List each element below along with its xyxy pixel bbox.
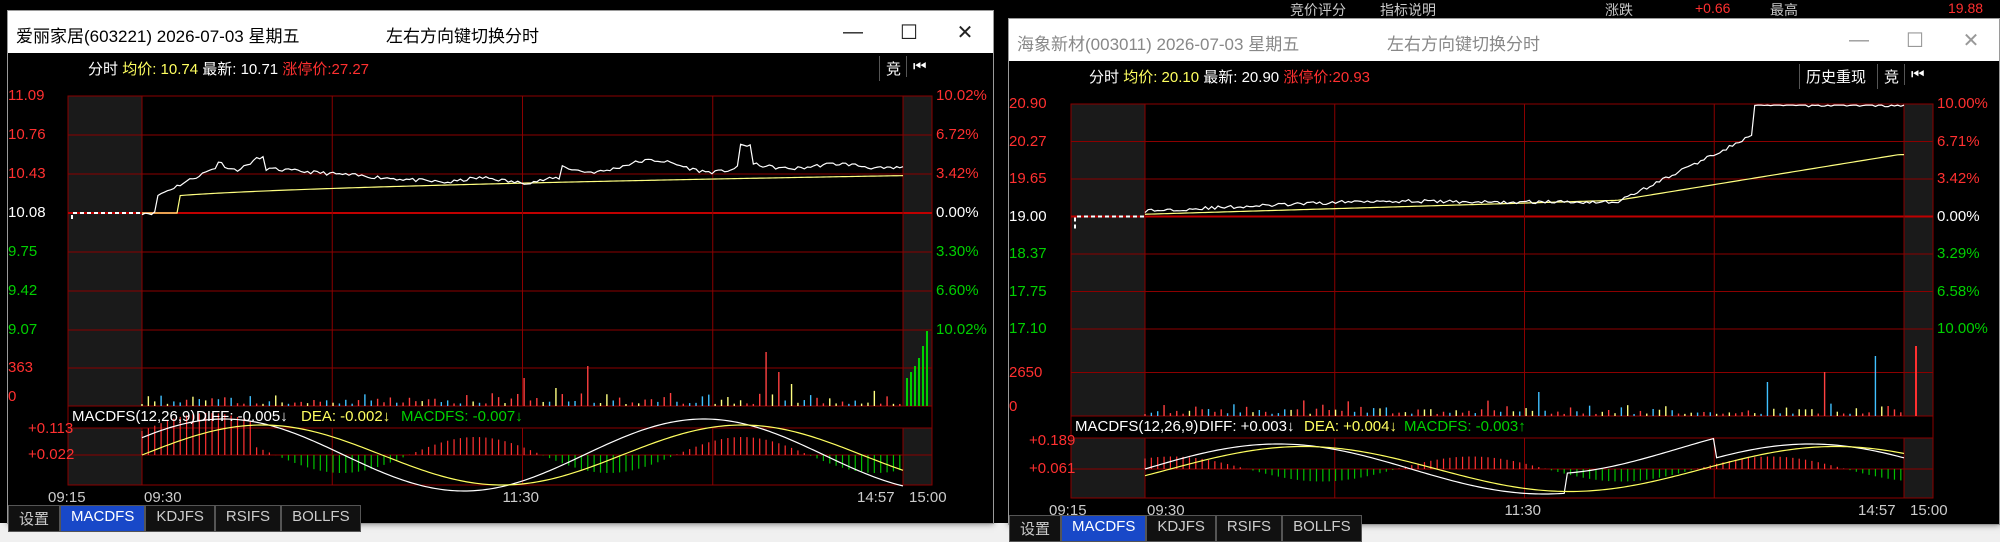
time-label: 15:00 (1910, 502, 1948, 519)
indicator-tabs: 设置 MACDFS KDJFS RSIFS BOLLFS (1009, 515, 1362, 542)
price-axis-label: 10.43 (8, 165, 46, 182)
price-axis-label: 10.08 (8, 204, 46, 221)
time-label: 11:30 (1504, 502, 1541, 519)
tab-rsifs[interactable]: RSIFS (1215, 515, 1283, 542)
percent-axis-label: 10.00% (1937, 320, 1988, 337)
time-label: 09:30 (144, 489, 182, 506)
price-axis-label: 18.37 (1009, 245, 1047, 262)
price-axis-label: 17.10 (1009, 320, 1047, 337)
percent-axis-label: 10.02% (936, 87, 987, 104)
percent-axis-label: 6.71% (1937, 132, 1980, 150)
price-axis-label: 19.00 (1009, 207, 1047, 225)
percent-axis-label: 3.42% (936, 165, 979, 182)
price-axis-label: 20.27 (1009, 132, 1047, 150)
macd-name: MACDFS(12,26,9) (72, 408, 196, 425)
macd-diff: DIFF: -0.005↓ (196, 408, 288, 425)
percent-axis-label: 3.42% (1937, 170, 1980, 187)
time-label: 11:30 (502, 489, 539, 506)
window-hint: 左右方向键切换分时 (1387, 35, 1540, 54)
price-axis-label: 19.65 (1009, 170, 1047, 187)
price-axis-label: 9.07 (8, 321, 38, 338)
auction-shade (1071, 104, 1145, 498)
tab-settings[interactable]: 设置 (8, 505, 61, 532)
price-axis-label: 11.09 (8, 87, 45, 104)
macd-axis-label: +0.061 (1029, 460, 1076, 477)
percent-axis-label: 3.29% (1937, 245, 1980, 262)
bg-value-zd: +0.66 (1695, 0, 1731, 16)
tab-settings[interactable]: 设置 (1009, 515, 1062, 542)
percent-axis-label: 0.00% (1937, 207, 1980, 225)
macd-dea: DEA: -0.002↓ (301, 408, 391, 425)
tab-kdjfs[interactable]: KDJFS (145, 505, 215, 532)
volume-axis-label: 0 (8, 388, 17, 405)
price-axis-label: 10.76 (8, 126, 46, 143)
macd-value: MACDFS: -0.003↑ (1404, 418, 1526, 435)
macd-axis-label: +0.189 (1029, 432, 1076, 449)
close-button[interactable]: ✕ (1943, 19, 1999, 61)
percent-axis-label: 10.02% (936, 321, 987, 338)
price-axis-label: 20.90 (1009, 95, 1047, 112)
time-label: 14:57 (1858, 502, 1896, 519)
window-title: 爱丽家居(603221) 2026-07-03 星期五 (16, 27, 300, 46)
tab-bollfs[interactable]: BOLLFS (281, 505, 361, 532)
price-axis-label: 17.75 (1009, 282, 1047, 300)
percent-axis-label: 0.00% (936, 204, 979, 221)
indicator-tabs: 设置 MACDFS KDJFS RSIFS BOLLFS (8, 505, 361, 532)
volume-axis-label: 0 (1009, 398, 1018, 415)
intraday-chart[interactable] (1009, 61, 1999, 524)
price-axis-label: 9.75 (8, 243, 38, 260)
macd-diff: DIFF: +0.003↓ (1199, 418, 1295, 435)
percent-axis-label: 3.30% (936, 243, 979, 260)
tab-bollfs[interactable]: BOLLFS (1282, 515, 1362, 542)
volume-axis-label: 2650 (1009, 363, 1043, 381)
chart-frame (1070, 103, 1934, 499)
tab-macdfs[interactable]: MACDFS (60, 505, 146, 532)
title-bar[interactable]: 爱丽家居(603221) 2026-07-03 星期五 左右方向键切换分时 — … (8, 11, 993, 53)
time-label: 09:15 (48, 489, 86, 506)
bg-label-zd: 涨跌 (1605, 2, 1633, 18)
percent-axis-label: 6.58% (1937, 282, 1980, 300)
chart-window-right[interactable]: 海象新材(003011) 2026-07-03 星期五 左右方向键切换分时 — … (1008, 18, 2000, 542)
time-label: 14:57 (857, 489, 895, 506)
macd-axis-label: +0.022 (28, 446, 75, 463)
percent-axis-label: 6.60% (936, 282, 979, 299)
bg-value-zg: 19.88 (1948, 0, 1984, 16)
percent-axis-label: 6.72% (936, 126, 979, 143)
minimize-button[interactable]: — (1831, 19, 1887, 61)
window-title: 海象新材(003011) 2026-07-03 星期五 (1017, 35, 1300, 54)
macd-value: MACDFS: -0.007↓ (401, 408, 523, 425)
closing-shade (1904, 104, 1933, 498)
tab-rsifs[interactable]: RSIFS (214, 505, 282, 532)
time-label: 15:00 (909, 489, 947, 506)
title-bar[interactable]: 海象新材(003011) 2026-07-03 星期五 左右方向键切换分时 — … (1009, 19, 1999, 61)
tab-macdfs[interactable]: MACDFS (1061, 515, 1147, 542)
macd-name: MACDFS(12,26,9) (1075, 418, 1199, 435)
maximize-button[interactable]: ☐ (1887, 19, 1943, 61)
volume-axis-label: 363 (8, 359, 34, 376)
price-axis-label: 9.42 (8, 282, 38, 299)
intraday-chart[interactable] (8, 53, 993, 523)
bg-label-zg: 最高 (1770, 2, 1798, 18)
macd-dea: DEA: +0.004↓ (1304, 418, 1397, 435)
maximize-button[interactable]: ☐ (881, 11, 937, 53)
minimize-button[interactable]: — (825, 11, 881, 53)
close-button[interactable]: ✕ (937, 11, 993, 53)
bg-label-zbsm: 指标说明 (1380, 2, 1436, 18)
chart-window-left[interactable]: 爱丽家居(603221) 2026-07-03 星期五 左右方向键切换分时 — … (7, 10, 994, 532)
percent-axis-label: 10.00% (1937, 95, 1988, 112)
macd-axis-label: +0.113 (28, 420, 74, 437)
window-hint: 左右方向键切换分时 (386, 27, 539, 46)
tab-kdjfs[interactable]: KDJFS (1146, 515, 1216, 542)
bg-label-jjpf: 竞价评分 (1290, 2, 1346, 18)
